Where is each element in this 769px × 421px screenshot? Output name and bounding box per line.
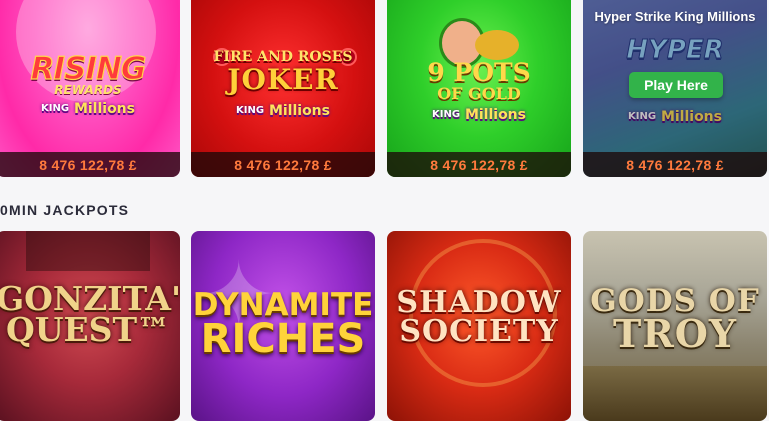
game-tile-rising-rewards[interactable]: RISING REWARDS KING Millions 8 476 122,7… xyxy=(0,0,180,177)
game-logo-sub: OF GOLD xyxy=(437,84,521,103)
gold-pot-icon xyxy=(475,30,519,60)
jackpot-amount: 8 476 122,78 £ xyxy=(0,152,180,177)
game-logo-top: FIRE AND ROSES xyxy=(213,49,353,65)
game-tile-gonzitas-quest[interactable]: GONZITA'S QUEST™ xyxy=(0,231,180,421)
game-title: Hyper Strike King Millions xyxy=(594,9,756,24)
temple-decoration xyxy=(26,231,150,271)
game-tile-dynamite-riches[interactable]: ✦ DYNAMITE RICHES xyxy=(191,231,375,421)
king-millions-logo: KING Millions xyxy=(432,107,526,123)
game-tile-9-pots-of-gold[interactable]: 9 POTS OF GOLD KING Millions 8 476 122,7… xyxy=(387,0,571,177)
game-logo: GONZITA'S QUEST™ xyxy=(0,279,180,350)
game-tile-shadow-society[interactable]: SHADOW SOCIETY xyxy=(387,231,571,421)
jackpot-amount: 8 476 122,78 £ xyxy=(387,152,571,177)
king-millions-logo: KING Millions xyxy=(236,103,330,119)
section-title: 0MIN JACKPOTS xyxy=(0,202,130,218)
game-logo-sub: REWARDS xyxy=(54,83,122,97)
game-logo-main: JOKER xyxy=(227,63,339,96)
game-logo: DYNAMITE RICHES xyxy=(192,287,374,363)
game-tile-hyper-strike[interactable]: HYPER KING Millions Hyper Strike King Mi… xyxy=(583,0,767,177)
game-tile-gods-of-troy[interactable]: GODS OF TROY xyxy=(583,231,767,421)
jackpot-amount: 8 476 122,78 £ xyxy=(583,152,767,177)
game-logo: GODS OF TROY xyxy=(590,283,760,357)
battlefield-ground xyxy=(583,366,767,421)
play-here-button[interactable]: Play Here xyxy=(629,72,723,98)
game-logo-main: 9 POTS xyxy=(427,58,531,87)
king-millions-logo: KING Millions xyxy=(41,101,135,117)
game-logo-main: RISING xyxy=(30,51,147,87)
jackpot-amount: 8 476 122,78 £ xyxy=(191,152,375,177)
game-logo: SHADOW SOCIETY xyxy=(396,285,562,349)
game-tile-fire-and-roses-joker[interactable]: FIRE AND ROSES JOKER KING Millions 8 476… xyxy=(191,0,375,177)
